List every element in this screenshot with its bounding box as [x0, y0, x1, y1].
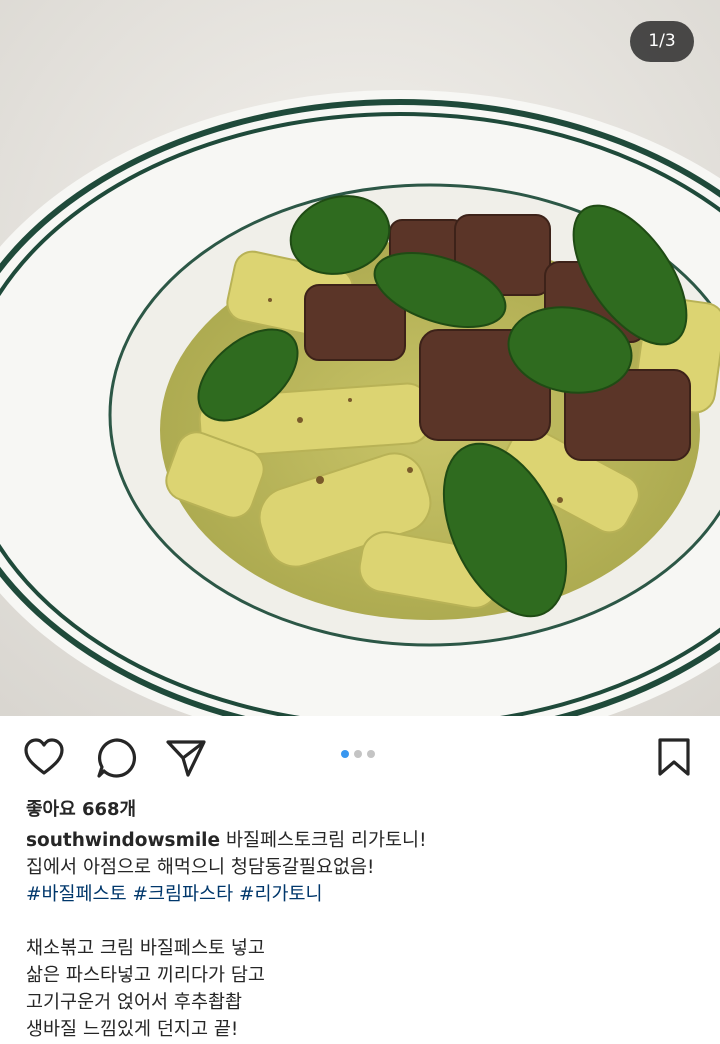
carousel-dot [354, 750, 362, 758]
hashtag-link[interactable]: #크림파스타 [133, 884, 234, 905]
caption-body-line: 삶은 파스타넣고 끼리다가 담고 [26, 965, 265, 986]
caption-body-line: 고기구운거 얹어서 후추촵촵 [26, 992, 243, 1013]
bookmark-icon[interactable] [652, 736, 696, 780]
share-icon[interactable] [164, 736, 208, 780]
pasta-dish-image [0, 0, 720, 716]
caption-title: 바질페스토크림 리가토니! [225, 830, 427, 851]
caption-body-line: 채소볶고 크림 바질페스토 넣고 [26, 938, 265, 959]
image-counter: 1/3 [630, 21, 694, 62]
caption-body-line: 생바질 느낌있게 던지고 끝! [26, 1019, 239, 1040]
comment-icon[interactable] [95, 736, 139, 780]
carousel-dot [367, 750, 375, 758]
post-photo[interactable]: 1/3 [0, 0, 720, 716]
likes-count[interactable]: 좋아요 668개 [26, 796, 694, 823]
caption-first-line: southwindowsmile 바질페스토크림 리가토니! [26, 827, 694, 854]
hashtag-link[interactable]: #리가토니 [239, 884, 323, 905]
heart-icon[interactable] [22, 736, 66, 780]
caption-line: 집에서 아점으로 해먹으니 청담동갈필요없음! [26, 857, 375, 878]
hashtag-row: #바질페스토 #크림파스타 #리가토니 [26, 881, 694, 908]
post-caption: 좋아요 668개 southwindowsmile 바질페스토크림 리가토니! … [0, 796, 720, 1043]
carousel-dots [341, 750, 375, 758]
carousel-dot-active [341, 750, 349, 758]
hashtag-link[interactable]: #바질페스토 [26, 884, 127, 905]
username-link[interactable]: southwindowsmile [26, 830, 220, 851]
